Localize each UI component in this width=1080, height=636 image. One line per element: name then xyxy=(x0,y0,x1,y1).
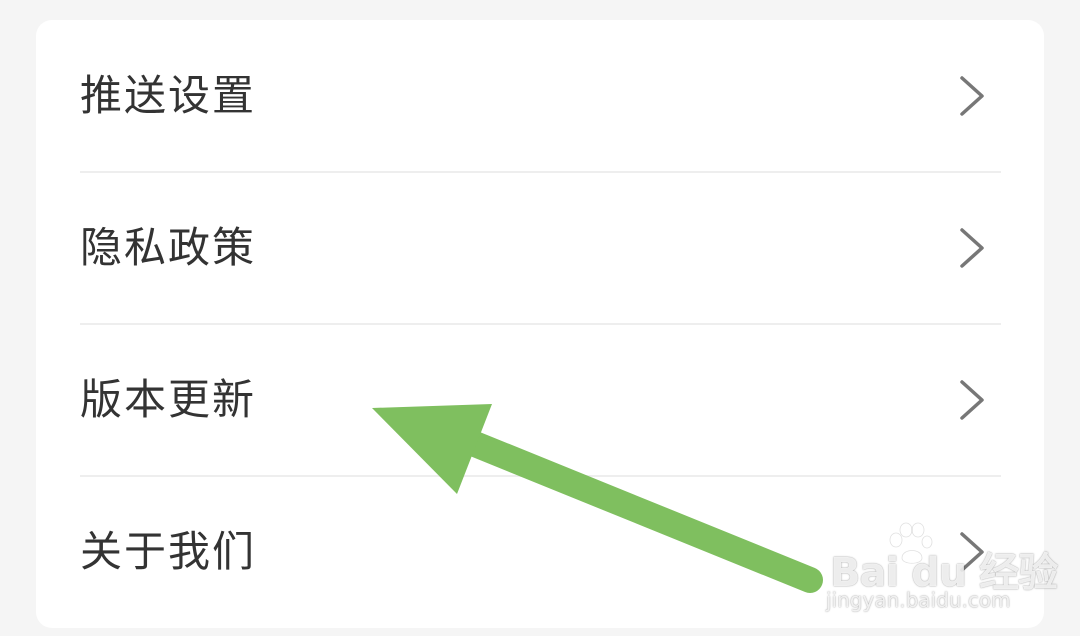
settings-item-label: 关于我们 xyxy=(80,527,257,576)
chevron-right-icon xyxy=(960,76,984,116)
settings-item-label: 推送设置 xyxy=(80,71,257,120)
settings-item-label: 隐私政策 xyxy=(80,223,257,272)
settings-item-label: 版本更新 xyxy=(80,375,257,424)
chevron-right-icon xyxy=(960,228,984,268)
chevron-right-icon xyxy=(960,532,984,572)
settings-item-about-us[interactable]: 关于我们 xyxy=(36,476,1044,628)
settings-item-privacy[interactable]: 隐私政策 xyxy=(36,172,1044,324)
settings-item-version-update[interactable]: 版本更新 xyxy=(36,324,1044,476)
chevron-right-icon xyxy=(960,380,984,420)
settings-card: 推送设置 隐私政策 版本更新 关于我们 xyxy=(36,20,1044,628)
settings-item-push[interactable]: 推送设置 xyxy=(36,20,1044,172)
